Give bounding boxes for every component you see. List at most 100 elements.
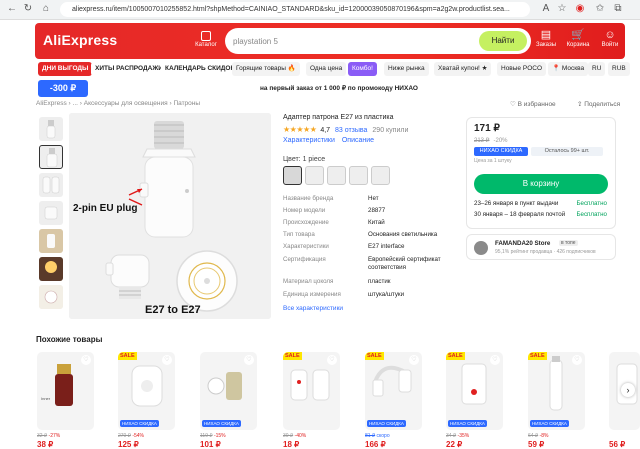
reload-icon[interactable]: ↻ [22,3,34,15]
login-button[interactable]: ☺ Войти [597,29,623,48]
currency-selector[interactable]: RUB [608,62,630,76]
promo-badge: -300 ₽ [38,80,88,97]
extension-icon[interactable]: ◉ [574,3,586,15]
breadcrumb-sockets[interactable]: Патроны [173,100,200,107]
nav-chip-one-price[interactable]: Одна цена [306,62,347,76]
card-old-price: 32 ₽ -27% [37,433,60,439]
aliexpress-logo[interactable]: AliExpress [43,32,117,48]
language-selector[interactable]: RU [588,62,606,76]
browser-toolbar: ← ↻ ⌂ aliexpress.ru/item/100500701025585… [0,0,640,20]
collections-icon[interactable]: ⧉ [612,3,624,15]
spec-value: 28877 [368,207,386,214]
back-icon[interactable]: ← [6,3,18,15]
category-nav: ДНИ ВЫГОДЫ ХИТЫ РАСПРОДАЖИ КАЛЕНДАРЬ СКИ… [35,62,635,77]
store-card[interactable]: FAMANDA20 Store в топе 95,1% рейтинг про… [466,234,616,260]
breadcrumb-lighting[interactable]: Аксессуары для освещения [84,100,168,107]
gallery-thumb[interactable] [39,285,63,309]
read-aloud-icon[interactable]: A [540,3,552,15]
heart-icon[interactable]: ♡ [327,355,337,365]
delivery-option-pickup[interactable]: 23–26 января в пункт выдачи [474,200,558,207]
orders-button[interactable]: ▤ Заказы [533,29,559,48]
home-icon[interactable]: ⌂ [40,3,52,15]
gallery-thumb[interactable] [39,257,63,281]
color-swatch[interactable] [327,166,346,185]
similar-card[interactable]: Inner ♡ [37,352,94,430]
heart-icon[interactable]: ♡ [572,355,582,365]
rating-value: 4,7 [320,127,331,134]
adapter-thumbnail-icon [46,120,56,139]
gallery-thumb[interactable] [39,229,63,253]
breadcrumb-home[interactable]: AliExpress [36,100,67,107]
nav-chip-poco[interactable]: Новые POCO [497,62,546,76]
favorite-star-icon[interactable]: ☆ [556,3,568,15]
nav-chip-hits[interactable]: ХИТЫ РАСПРОДАЖИ [91,62,167,76]
breadcrumb-sep: › [79,100,82,107]
heart-icon[interactable]: ♡ [81,355,91,365]
old-price: 30 ₽ [283,433,294,439]
catalog-button[interactable]: Каталог [193,29,219,53]
discount: -35% [457,433,470,439]
similar-card[interactable]: SALE ♡ НИХАО СКИДКА [528,352,585,430]
spec-key: Тип товара [283,231,315,238]
similar-card[interactable]: SALE ♡ НИХАО СКИДКА [365,352,422,430]
color-swatch[interactable] [349,166,368,185]
adapter-thumbnail-icon [44,206,58,220]
catalog-icon [201,31,211,41]
search-input[interactable] [233,33,473,49]
promo-banner[interactable]: -300 ₽ на первый заказ от 1 000 ₽ по про… [35,80,635,97]
heart-icon[interactable]: ♡ [162,355,172,365]
discount: -40% [294,433,307,439]
product-main-image[interactable]: 2-pin EU plug E27 to E27 [69,113,271,319]
price: 171 ₽ [474,123,500,134]
nav-chip-calendar[interactable]: КАЛЕНДАРЬ СКИДОК [161,62,239,76]
nav-chip-below-market[interactable]: Ниже рынка [384,62,429,76]
color-swatch-selected[interactable] [283,166,302,185]
all-specs-link[interactable]: Все характеристики [283,305,343,312]
share-button[interactable]: ⇪ Поделиться [577,100,620,108]
heart-icon[interactable]: ♡ [244,355,254,365]
similar-card[interactable]: SALE ♡ НИХАО СКИДКА [446,352,503,430]
delivery-option-post[interactable]: 30 января – 18 февраля почтой [474,211,565,218]
heart-icon[interactable]: ♡ [490,355,500,365]
carousel-next-icon[interactable]: › [621,383,635,397]
description-link[interactable]: Описание [342,137,374,144]
login-label: Войти [601,42,619,48]
svg-text:Inner: Inner [41,396,51,401]
choice-badge: НИХАО СКИДКА [120,420,159,427]
breadcrumb-ellipsis[interactable]: ... [73,100,78,107]
spec-value: Европейский сертификат соответствия [368,256,441,271]
search-button[interactable]: Найти [479,31,527,51]
old-price: 64 ₽ [528,433,539,439]
gallery-thumb-selected[interactable] [39,145,63,169]
add-to-favorites[interactable]: ♡ В избранное [510,100,556,108]
nav-chip-combo[interactable]: Комбо! [348,62,377,76]
spec-key: Сертификация [283,256,326,263]
similar-card[interactable]: SALE ♡ НИХАО СКИДКА [118,352,175,430]
sale-badge: SALE [118,352,137,360]
address-bar[interactable]: aliexpress.ru/item/1005007010255852.html… [60,2,530,17]
heart-icon[interactable]: ♡ [409,355,419,365]
cart-button[interactable]: 🛒 Корзина [565,29,591,48]
sale-badge: SALE [283,352,302,360]
rating-stars-icon: ★★★★★ [283,125,317,134]
location-selector[interactable]: 📍 Москва [548,62,589,76]
favorites-bar-icon[interactable]: ✩ [594,3,606,15]
old-price-row: 213 ₽ -20% [474,137,508,144]
add-to-cart-button[interactable]: В корзину [474,174,608,194]
similar-card[interactable]: SALE ♡ [283,352,340,430]
nav-chip-hot[interactable]: Горящие товары 🔥 [232,62,300,76]
overlay-plug-text: 2-pin EU plug [73,203,137,214]
similar-card[interactable]: ♡ НИХАО СКИДКА [200,352,257,430]
specs-link[interactable]: Характеристики [283,137,335,144]
nav-chip-coupon[interactable]: Хватай купон! ★ [434,62,492,76]
nav-chip-benefit-days[interactable]: ДНИ ВЫГОДЫ [38,62,93,76]
reviews-link[interactable]: 83 отзыва [335,127,367,134]
spec-key: Материал цоколя [283,278,334,285]
color-swatch[interactable] [305,166,324,185]
spec-value: E27 interface [368,243,405,250]
gallery-thumb[interactable] [39,201,63,225]
adapter-illustration: 2-pin EU plug E27 to E27 [69,113,271,319]
gallery-thumb[interactable] [39,173,63,197]
color-swatch[interactable] [371,166,390,185]
gallery-thumb[interactable] [39,117,63,141]
